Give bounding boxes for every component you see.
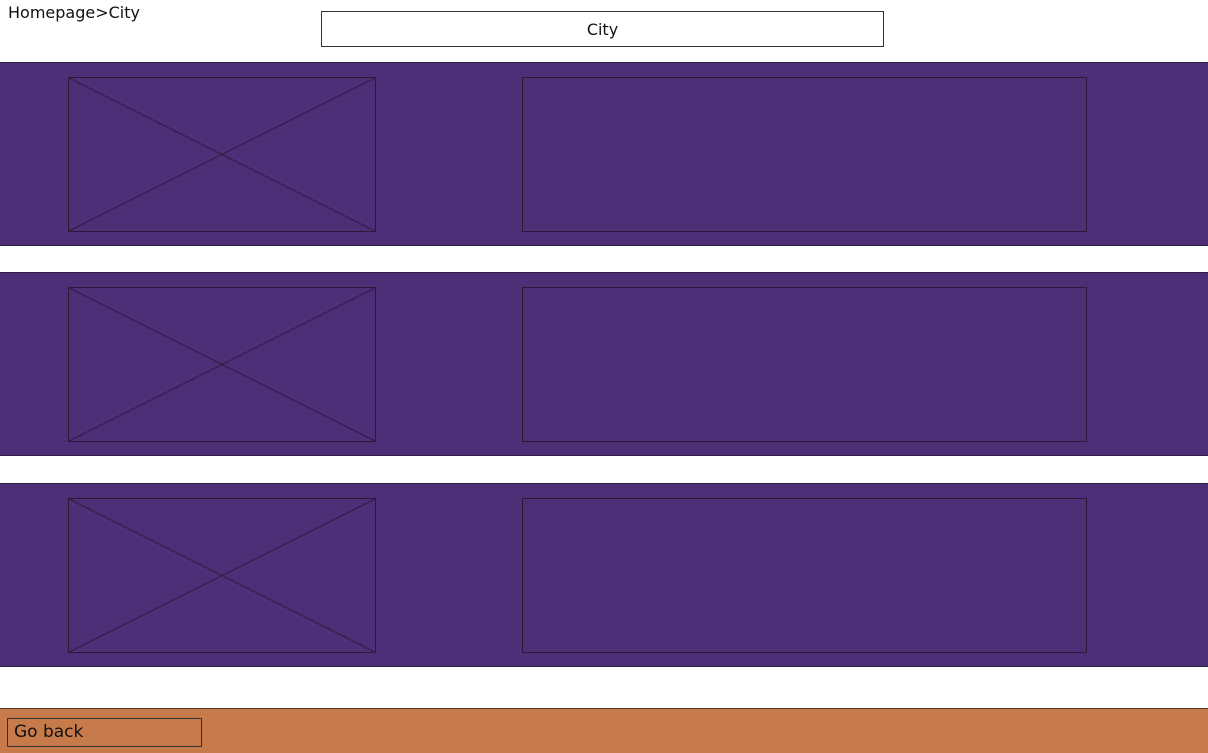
listing-content-3 (522, 498, 1087, 653)
image-placeholder-icon (68, 77, 376, 232)
listing-row-3[interactable] (0, 483, 1208, 667)
page-title: City (321, 11, 884, 47)
breadcrumb-separator: > (95, 3, 109, 22)
breadcrumb-current: City (108, 3, 140, 22)
listing-content-1 (522, 77, 1087, 232)
listing-content-2 (522, 287, 1087, 442)
listing-row-1[interactable] (0, 62, 1208, 246)
listing-row-2[interactable] (0, 272, 1208, 456)
footer-bar: Go back (0, 708, 1208, 753)
breadcrumb: Homepage>City (8, 3, 140, 23)
image-placeholder-icon (68, 498, 376, 653)
go-back-button[interactable]: Go back (7, 718, 202, 747)
breadcrumb-home-link[interactable]: Homepage (8, 3, 95, 22)
image-placeholder-icon (68, 287, 376, 442)
